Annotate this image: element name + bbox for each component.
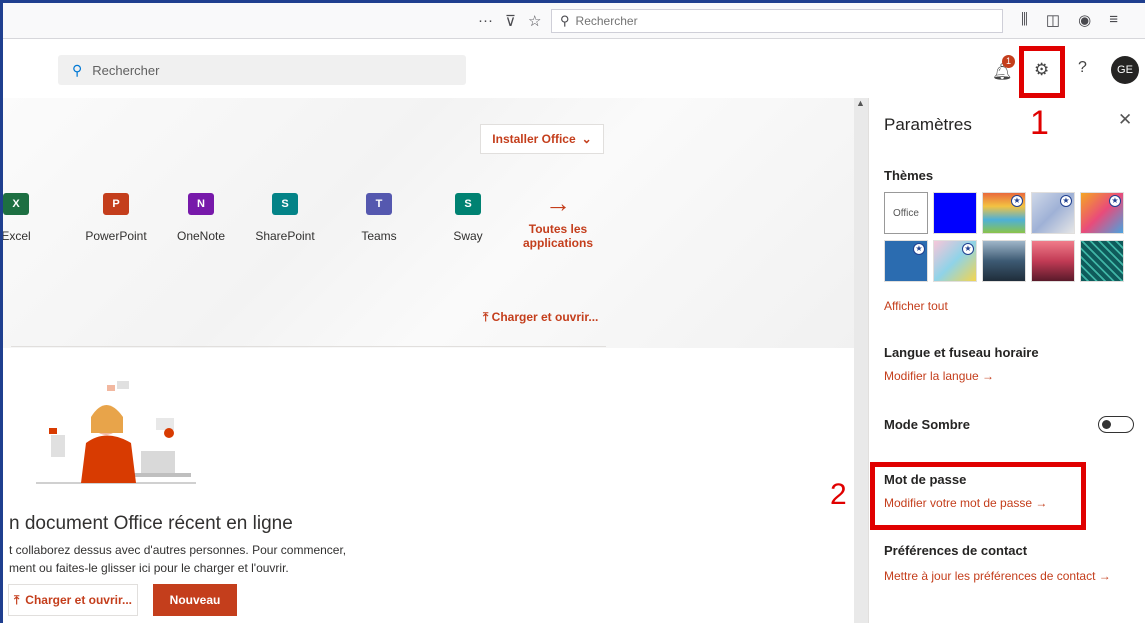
star-icon: ★ <box>913 243 925 255</box>
upload-icon: ⤒ <box>13 592 20 607</box>
onenote-icon: N <box>188 193 214 215</box>
excel-icon: X <box>3 193 29 215</box>
app-powerpoint[interactable]: P PowerPoint <box>71 193 161 243</box>
library-icon[interactable]: ⫼ <box>1021 11 1028 29</box>
show-all-themes-link[interactable]: Afficher tout <box>884 299 948 313</box>
star-icon: ★ <box>1011 195 1023 207</box>
dark-mode-label: Mode Sombre <box>884 417 970 432</box>
language-heading: Langue et fuseau horaire <box>884 345 1039 360</box>
app-label: Sway <box>453 229 483 243</box>
theme-sunset[interactable] <box>1031 240 1075 282</box>
section-divider <box>11 346 606 347</box>
theme-office[interactable]: Office <box>884 192 928 234</box>
office-search-placeholder: Rechercher <box>92 62 160 78</box>
close-icon[interactable]: ✕ <box>1118 110 1132 130</box>
more-icon[interactable]: ··· <box>478 12 493 30</box>
all-apps-label-2: applications <box>522 236 593 250</box>
themes-heading: Thèmes <box>884 168 934 183</box>
browser-toolbar: ··· ⊽ ☆ ⚲ Rechercher ⫼ ◫ ◉ ≡ <box>3 3 1145 39</box>
arrow-right-icon: → <box>545 188 571 218</box>
theme-rainbow[interactable]: ★ <box>982 192 1026 234</box>
app-excel[interactable]: X Excel <box>3 193 61 243</box>
upload-open-link[interactable]: ⤒ Charger et ouvrir... <box>483 310 598 325</box>
app-label: SharePoint <box>255 229 315 243</box>
update-contact-preferences-link[interactable]: Mettre à jour les préférences de contact… <box>884 569 1111 583</box>
menu-icon[interactable]: ≡ <box>1109 11 1118 29</box>
theme-colorful[interactable]: ★ <box>1080 192 1124 234</box>
upload-open-label: Charger et ouvrir... <box>491 310 599 324</box>
step2-number: 2 <box>830 478 847 511</box>
upload-button-label: Charger et ouvrir... <box>25 593 132 607</box>
office-header: ⚲ Rechercher <box>3 40 1145 98</box>
change-language-link[interactable]: Modifier la langue → <box>884 369 994 383</box>
app-label: Teams <box>361 229 397 243</box>
theme-mountain[interactable] <box>982 240 1026 282</box>
teams-icon: T <box>366 193 392 215</box>
theme-blueprint[interactable]: ★ <box>884 240 928 282</box>
theme-silver[interactable]: ★ <box>1031 192 1075 234</box>
main-scrollbar[interactable]: ▲ <box>854 98 868 623</box>
browser-toolbar-right: ⫼ ◫ ◉ ≡ <box>1021 11 1118 29</box>
app-sway[interactable]: S Sway <box>423 193 513 243</box>
theme-candy[interactable]: ★ <box>933 240 977 282</box>
install-office-button[interactable]: Installer Office ⌄ <box>480 124 604 154</box>
step2-highlight-box <box>870 462 1086 530</box>
all-apps-link[interactable]: → Toutes les applications <box>518 188 598 250</box>
account-icon[interactable]: ◉ <box>1078 11 1091 29</box>
step1-number: 1 <box>1030 104 1049 142</box>
settings-panel: Paramètres ✕ Thèmes Office ★ ★ ★ ★ ★ Aff… <box>868 98 1145 623</box>
app-label: PowerPoint <box>85 229 147 243</box>
avatar[interactable]: GE <box>1111 56 1139 84</box>
office-home: Installer Office ⌄ X Excel P PowerPoint … <box>3 98 854 623</box>
browser-search-input[interactable]: ⚲ Rechercher <box>551 9 1003 33</box>
star-icon: ★ <box>1109 195 1121 207</box>
powerpoint-icon: P <box>103 193 129 215</box>
empty-state-illustration <box>36 381 196 484</box>
notification-badge: 1 <box>1002 55 1015 68</box>
gear-icon[interactable]: ⚙ <box>1034 60 1049 80</box>
settings-title: Paramètres <box>884 115 972 134</box>
all-apps-label-1: Toutes les <box>528 222 588 236</box>
browser-page-actions: ··· ⊽ ☆ <box>478 12 541 30</box>
browser-search-placeholder: Rechercher <box>575 14 638 28</box>
empty-state-title: n document Office récent en ligne <box>9 513 293 534</box>
star-icon: ★ <box>1060 195 1072 207</box>
app-label: Excel <box>3 229 31 243</box>
app-label: OneNote <box>176 229 226 243</box>
search-icon: ⚲ <box>560 13 570 28</box>
sway-icon: S <box>455 193 481 215</box>
pocket-icon[interactable]: ⊽ <box>505 12 516 30</box>
dark-mode-toggle[interactable] <box>1098 416 1134 433</box>
contact-preferences-heading: Préférences de contact <box>884 543 1028 558</box>
help-icon[interactable]: ? <box>1078 59 1087 77</box>
upload-open-button[interactable]: ⤒ Charger et ouvrir... <box>8 584 138 616</box>
app-teams[interactable]: T Teams <box>334 193 424 243</box>
office-search-input[interactable]: ⚲ Rechercher <box>58 55 466 85</box>
chevron-down-icon: ⌄ <box>581 132 592 146</box>
app-sharepoint[interactable]: S SharePoint <box>240 193 330 243</box>
sidebar-icon[interactable]: ◫ <box>1046 11 1060 29</box>
upload-icon: ⤒ <box>483 310 489 324</box>
star-icon: ★ <box>962 243 974 255</box>
sharepoint-icon: S <box>272 193 298 215</box>
app-onenote[interactable]: N OneNote <box>156 193 246 243</box>
scroll-up-icon[interactable]: ▲ <box>856 98 865 108</box>
empty-desc-line-2: ment ou faites-le glisser ici pour le ch… <box>9 561 289 575</box>
theme-circuit[interactable] <box>1080 240 1124 282</box>
new-button[interactable]: Nouveau <box>153 584 237 616</box>
empty-state-description: t collaborez dessus avec d'autres person… <box>9 541 369 577</box>
bookmark-star-icon[interactable]: ☆ <box>528 12 541 30</box>
theme-blue[interactable] <box>933 192 977 234</box>
empty-desc-line-1: t collaborez dessus avec d'autres person… <box>9 543 347 557</box>
install-office-label: Installer Office <box>492 132 576 146</box>
search-icon: ⚲ <box>72 61 83 78</box>
